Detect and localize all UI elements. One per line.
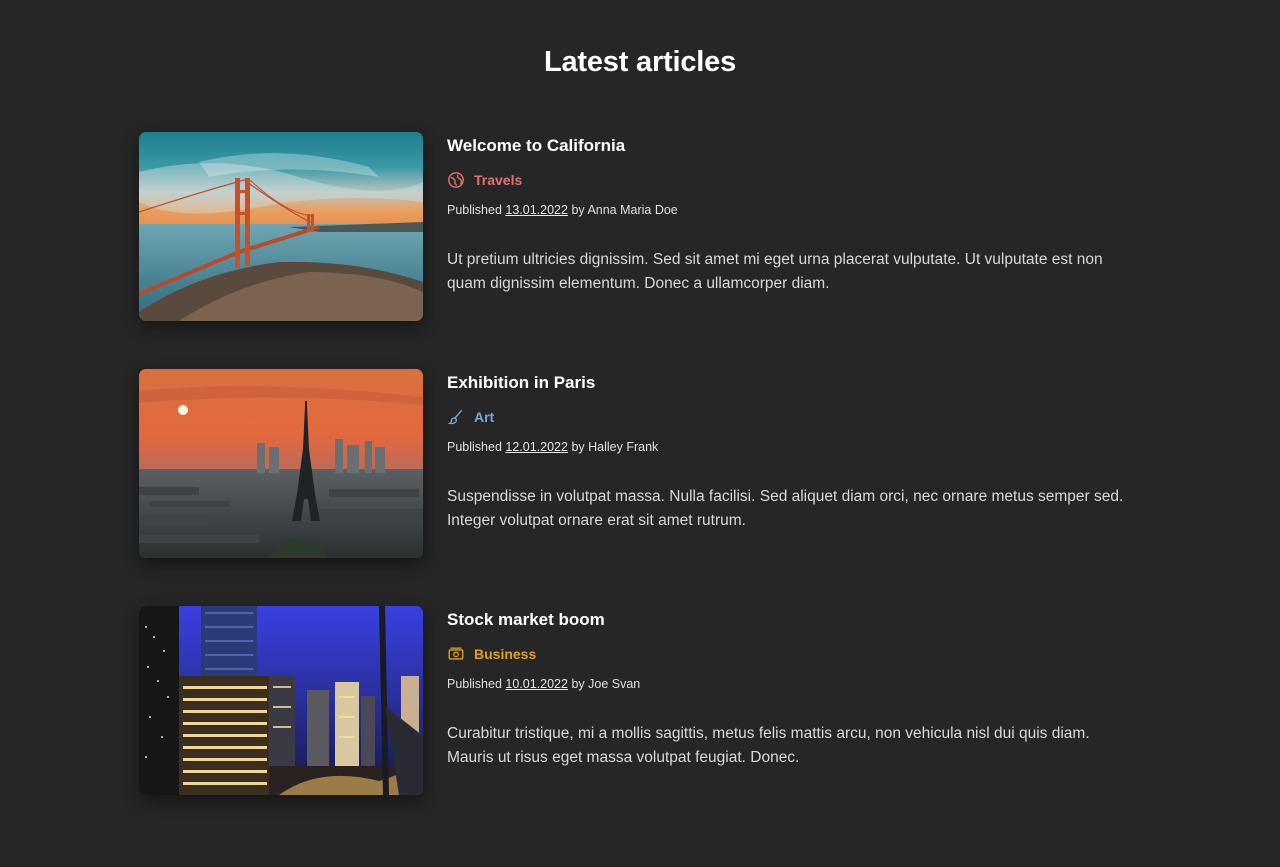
article-image-paris[interactable] — [139, 369, 423, 558]
paris-eiffel-tower-image — [139, 369, 423, 558]
paintbrush-icon — [447, 408, 465, 426]
article-meta: Published 13.01.2022 by Anna Maria Doe — [447, 202, 1137, 218]
article-image-city-night[interactable] — [139, 606, 423, 795]
article-card: Stock market boom Business Published 10.… — [139, 606, 1139, 796]
article-body: Stock market boom Business Published 10.… — [447, 609, 1137, 770]
article-category[interactable]: Business — [447, 644, 1137, 664]
by-label: by — [571, 440, 585, 454]
article-title[interactable]: Stock market boom — [447, 609, 1137, 631]
published-label: Published — [447, 203, 502, 217]
article-body: Welcome to California Travels Published … — [447, 135, 1137, 296]
article-meta: Published 12.01.2022 by Halley Frank — [447, 439, 1137, 455]
article-image-golden-gate[interactable] — [139, 132, 423, 321]
article-meta: Published 10.01.2022 by Joe Svan — [447, 676, 1137, 692]
article-excerpt: Suspendisse in volutpat massa. Nulla fac… — [447, 488, 1124, 529]
article-excerpt: Curabitur tristique, mi a mollis sagitti… — [447, 725, 1090, 766]
author-name: Anna Maria Doe — [587, 203, 678, 217]
article-title[interactable]: Exhibition in Paris — [447, 372, 1137, 394]
article-body: Exhibition in Paris Art Published 12.01.… — [447, 372, 1137, 533]
article-excerpt: Ut pretium ultricies dignissim. Sed sit … — [447, 251, 1103, 292]
publish-date-link[interactable]: 13.01.2022 — [505, 203, 568, 217]
publish-date-link[interactable]: 12.01.2022 — [505, 440, 568, 454]
category-label: Art — [474, 409, 495, 425]
articles-page: Latest articles Welcome to California Tr… — [0, 0, 1280, 867]
globe-icon — [447, 171, 465, 189]
category-label: Travels — [474, 172, 523, 188]
golden-gate-bridge-image — [139, 132, 423, 321]
published-label: Published — [447, 440, 502, 454]
article-card: Welcome to California Travels Published … — [139, 132, 1139, 322]
page-title: Latest articles — [543, 46, 737, 78]
publish-date-link[interactable]: 10.01.2022 — [505, 677, 568, 691]
city-skyline-night-image — [139, 606, 423, 795]
article-card: Exhibition in Paris Art Published 12.01.… — [139, 369, 1139, 559]
author-name: Joe Svan — [588, 677, 641, 691]
category-label: Business — [474, 646, 537, 662]
article-category[interactable]: Travels — [447, 170, 1137, 190]
money-bill-icon — [447, 645, 465, 663]
by-label: by — [571, 677, 585, 691]
article-title[interactable]: Welcome to California — [447, 135, 1137, 157]
published-label: Published — [447, 677, 502, 691]
article-category[interactable]: Art — [447, 407, 1137, 427]
by-label: by — [571, 203, 585, 217]
author-name: Halley Frank — [588, 440, 659, 454]
